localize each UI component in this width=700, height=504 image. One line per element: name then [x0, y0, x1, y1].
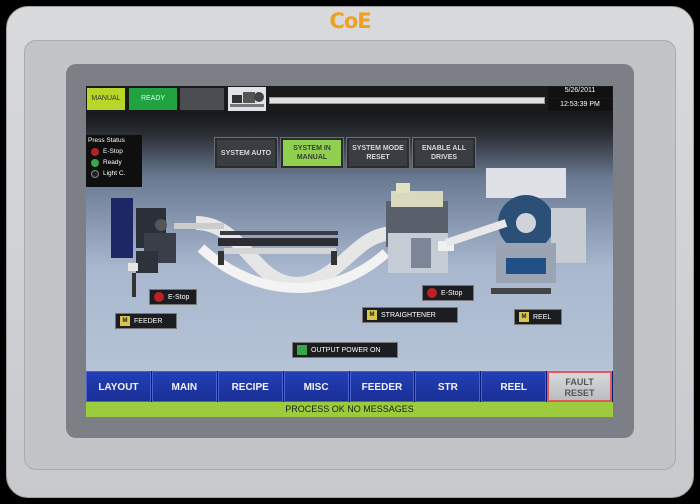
- nav-str-button[interactable]: STR: [415, 371, 481, 402]
- tag-label: OUTPUT POWER ON: [311, 346, 381, 354]
- manual-badge-icon: M: [120, 316, 130, 326]
- manual-badge-icon: M: [519, 312, 529, 322]
- tag-label: FEEDER: [134, 317, 163, 325]
- fault-reset-line2: RESET: [564, 388, 595, 398]
- hmi-screen: MANUAL READY 5/26/2011 12:53:39 PM Press…: [86, 86, 613, 417]
- tag-label: E-Stop: [168, 293, 190, 301]
- nav-misc-button[interactable]: MISC: [283, 371, 349, 402]
- estop-icon: [154, 292, 164, 302]
- bottom-navigation: LAYOUT MAIN RECIPE MISC FEEDER STR REEL …: [86, 371, 613, 402]
- brand-logo: CoE: [329, 9, 371, 33]
- top-status-bar: MANUAL READY 5/26/2011 12:53:39 PM: [86, 86, 613, 113]
- straightener-estop-tag[interactable]: E-Stop: [422, 285, 474, 301]
- machine-thumbnail-icon: [228, 87, 266, 111]
- power-icon: [297, 345, 307, 355]
- tag-label: REEL: [533, 313, 552, 321]
- time-display: 12:53:39 PM: [548, 99, 612, 111]
- nav-feeder-button[interactable]: FEEDER: [349, 371, 415, 402]
- nav-reel-button[interactable]: REEL: [481, 371, 547, 402]
- estop-icon: [427, 288, 437, 298]
- manual-badge-icon: M: [367, 310, 377, 320]
- output-power-tag[interactable]: OUTPUT POWER ON: [292, 342, 398, 358]
- fault-reset-button[interactable]: FAULT RESET: [547, 371, 612, 402]
- status-slot: [180, 88, 224, 110]
- nav-recipe-button[interactable]: RECIPE: [217, 371, 283, 402]
- manual-mode-indicator: MANUAL: [87, 88, 125, 110]
- coil-line-illustration: [111, 168, 586, 297]
- reel-tag[interactable]: M REEL: [514, 309, 562, 325]
- fault-reset-line1: FAULT: [565, 377, 594, 387]
- nav-layout-button[interactable]: LAYOUT: [86, 371, 151, 402]
- tag-label: E-Stop: [441, 289, 463, 297]
- date-display: 5/26/2011: [548, 87, 612, 98]
- machine-layout-view: Press Status E-Stop Ready Light C. SYSTE…: [86, 113, 613, 373]
- straightener-tag[interactable]: M STRAIGHTENER: [362, 307, 458, 323]
- nav-main-button[interactable]: MAIN: [151, 371, 217, 402]
- feeder-tag[interactable]: M FEEDER: [115, 313, 177, 329]
- tag-label: STRAIGHTENER: [381, 311, 436, 319]
- reel-machine-icon: [444, 168, 586, 294]
- feeder-estop-tag[interactable]: E-Stop: [149, 289, 197, 305]
- ready-indicator: READY: [129, 88, 177, 110]
- straightener-machine-icon: [386, 183, 454, 273]
- progress-bar: [269, 97, 545, 104]
- process-status-bar: PROCESS OK NO MESSAGES: [86, 402, 613, 417]
